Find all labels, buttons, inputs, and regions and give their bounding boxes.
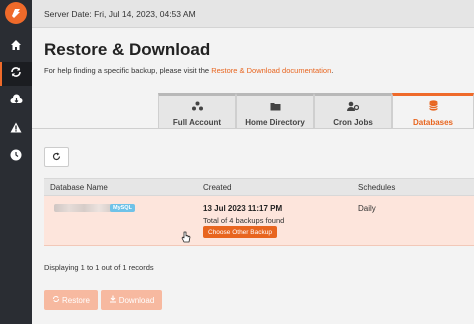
- cloud-download-icon: [10, 92, 23, 110]
- server-date: Server Date: Fri, Jul 14, 2023, 04:53 AM: [44, 9, 196, 19]
- refresh-icon: [52, 148, 61, 166]
- restore-button[interactable]: Restore: [44, 290, 98, 310]
- tabs-divider: [32, 128, 474, 129]
- tab-label: Full Account: [172, 117, 222, 127]
- tab-cron-jobs[interactable]: Cron Jobs: [314, 93, 392, 128]
- restore-label: Restore: [61, 295, 90, 305]
- help-text: For help finding a specific backup, plea…: [44, 66, 333, 75]
- clock-icon: [10, 148, 22, 166]
- database-name-redacted: [54, 204, 114, 212]
- records-info: Displaying 1 to 1 out of 1 records: [44, 263, 154, 272]
- refresh-button[interactable]: [44, 147, 69, 167]
- documentation-link[interactable]: Restore & Download documentation: [211, 66, 331, 75]
- download-icon: [109, 295, 117, 305]
- help-prefix: For help finding a specific backup, plea…: [44, 66, 212, 75]
- backup-count: Total of 4 backups found: [203, 216, 285, 225]
- sidebar-item-warning[interactable]: [0, 117, 32, 141]
- folder-icon: [270, 98, 281, 116]
- app-logo[interactable]: [5, 2, 27, 24]
- table-row[interactable]: MySQL 13 Jul 2023 11:17 PM Total of 4 ba…: [44, 196, 474, 246]
- sidebar-item-clock[interactable]: [0, 145, 32, 169]
- network-icon: [191, 98, 203, 116]
- choose-other-backup-button[interactable]: Choose Other Backup: [203, 226, 277, 238]
- warning-icon: [10, 120, 22, 138]
- download-label: Download: [118, 295, 155, 305]
- help-suffix: .: [331, 66, 334, 75]
- created-date: 13 Jul 2023 11:17 PM: [203, 204, 283, 213]
- sidebar-item-restore[interactable]: [0, 62, 32, 86]
- download-button[interactable]: Download: [101, 290, 162, 310]
- column-header-database-name[interactable]: Database Name: [50, 183, 108, 192]
- db-type-badge: MySQL: [110, 204, 135, 212]
- top-bar: Server Date: Fri, Jul 14, 2023, 04:53 AM: [32, 0, 474, 28]
- tab-databases[interactable]: Databases: [392, 93, 474, 128]
- database-icon: [428, 98, 438, 116]
- mouse-cursor-icon: [181, 231, 191, 249]
- tab-label: Cron Jobs: [333, 117, 373, 127]
- tab-label: Home Directory: [245, 117, 305, 127]
- schedule-value: Daily: [358, 204, 376, 213]
- tab-label: Databases: [412, 117, 454, 127]
- sidebar: [0, 0, 32, 324]
- restore-icon: [10, 65, 22, 83]
- user-gear-icon: [347, 98, 360, 116]
- page-title: Restore & Download: [44, 40, 211, 59]
- column-header-created[interactable]: Created: [203, 183, 231, 192]
- tab-full-account[interactable]: Full Account: [158, 93, 236, 128]
- sidebar-item-cloud[interactable]: [0, 89, 32, 113]
- restore-icon: [52, 295, 60, 305]
- column-header-schedules[interactable]: Schedules: [358, 183, 395, 192]
- tab-home-directory[interactable]: Home Directory: [236, 93, 314, 128]
- home-icon: [10, 38, 22, 56]
- sidebar-item-home[interactable]: [0, 35, 32, 59]
- backup-type-tabs: Full Account Home Directory Cron Jobs Da…: [158, 93, 474, 128]
- table-header: Database Name Created Schedules: [44, 178, 474, 196]
